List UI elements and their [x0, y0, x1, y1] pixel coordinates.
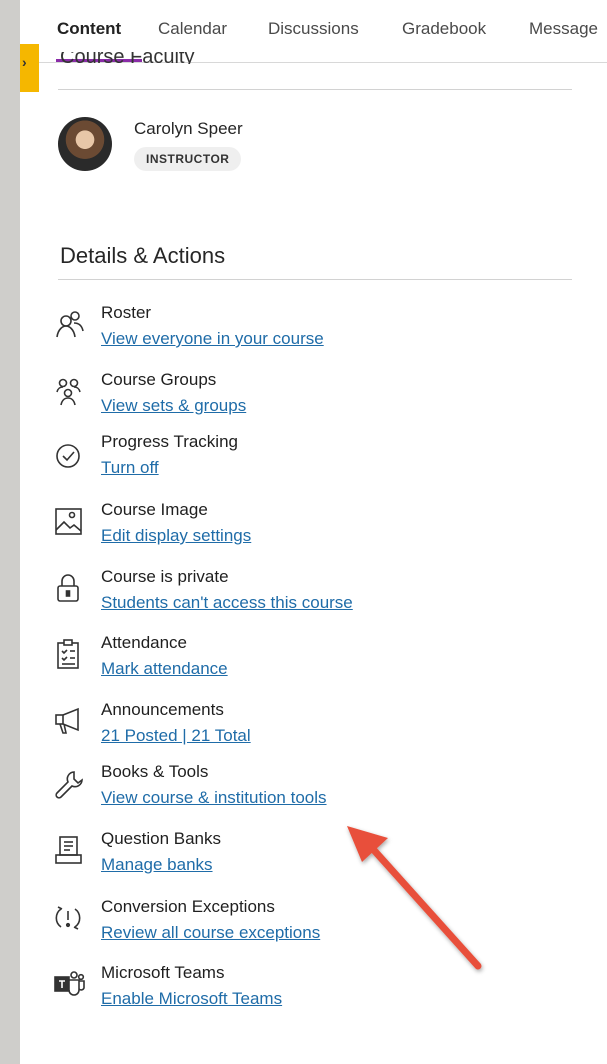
tab-calendar[interactable]: Calendar — [158, 19, 227, 39]
question-banks-item: Question Banks Manage banks — [52, 829, 572, 883]
instructor-name[interactable]: Carolyn Speer — [134, 119, 243, 139]
books-tools-title: Books & Tools — [101, 762, 209, 781]
question-banks-title: Question Banks — [101, 829, 222, 848]
attendance-item: Attendance Mark attendance — [52, 633, 572, 687]
section-title: Details & Actions — [60, 243, 226, 268]
roster-icon — [52, 307, 88, 343]
announcements-title: Announcements — [101, 700, 224, 719]
progress-tracking-item: Progress Tracking Turn off — [52, 432, 572, 486]
side-panel-toggle[interactable]: › — [20, 44, 39, 92]
check-circle-icon — [52, 440, 88, 476]
conversion-exceptions-title: Conversion Exceptions — [101, 897, 275, 916]
tab-messages[interactable]: Message — [529, 19, 598, 39]
progress-tracking-title: Progress Tracking — [101, 432, 238, 451]
lock-icon — [52, 571, 88, 607]
divider — [58, 279, 572, 280]
course-privacy-item: Course is private Students can't access … — [52, 567, 572, 621]
clipboard-icon — [52, 637, 88, 673]
conversion-exceptions-item: Conversion Exceptions Review all course … — [52, 897, 572, 951]
divider — [58, 89, 572, 90]
announcements-item: Announcements 21 Posted | 21 Total — [52, 700, 572, 754]
tab-content[interactable]: Content — [57, 19, 121, 39]
faculty-heading: Course Faculty — [60, 52, 195, 64]
microsoft-teams-link[interactable]: Enable Microsoft Teams — [101, 989, 282, 1009]
course-groups-item: Course Groups View sets & groups — [52, 370, 572, 424]
tab-gradebook[interactable]: Gradebook — [402, 19, 486, 39]
wrench-icon — [52, 768, 88, 804]
course-image-title: Course Image — [101, 500, 208, 519]
course-privacy-link[interactable]: Students can't access this course — [101, 593, 353, 613]
roster-title: Roster — [101, 303, 152, 322]
books-tools-item: Books & Tools View course & institution … — [52, 762, 572, 816]
progress-tracking-link[interactable]: Turn off — [101, 458, 159, 478]
attendance-title: Attendance — [101, 633, 188, 652]
microsoft-teams-item: Microsoft Teams Enable Microsoft Teams — [52, 963, 572, 1017]
role-badge: INSTRUCTOR — [134, 147, 242, 171]
question-bank-icon — [52, 833, 88, 869]
exception-icon — [52, 901, 88, 937]
announcements-link[interactable]: 21 Posted | 21 Total — [101, 726, 251, 746]
roster-link[interactable]: View everyone in your course — [101, 329, 324, 349]
conversion-exceptions-link[interactable]: Review all course exceptions — [101, 923, 320, 943]
books-tools-link[interactable]: View course & institution tools — [101, 788, 327, 808]
course-image-link[interactable]: Edit display settings — [101, 526, 251, 546]
image-icon — [52, 504, 88, 540]
groups-icon — [52, 374, 88, 410]
megaphone-icon — [52, 704, 88, 740]
teams-icon — [52, 967, 88, 1003]
avatar[interactable] — [58, 117, 112, 171]
course-groups-title: Course Groups — [101, 370, 217, 389]
tab-discussions[interactable]: Discussions — [268, 19, 359, 39]
course-privacy-title: Course is private — [101, 567, 229, 586]
side-toggle-icon: › — [22, 54, 27, 70]
microsoft-teams-title: Microsoft Teams — [101, 963, 225, 982]
course-groups-link[interactable]: View sets & groups — [101, 396, 246, 416]
attendance-link[interactable]: Mark attendance — [101, 659, 228, 679]
roster-item: Roster View everyone in your course — [52, 303, 572, 357]
question-banks-link[interactable]: Manage banks — [101, 855, 213, 875]
course-image-item: Course Image Edit display settings — [52, 500, 572, 554]
